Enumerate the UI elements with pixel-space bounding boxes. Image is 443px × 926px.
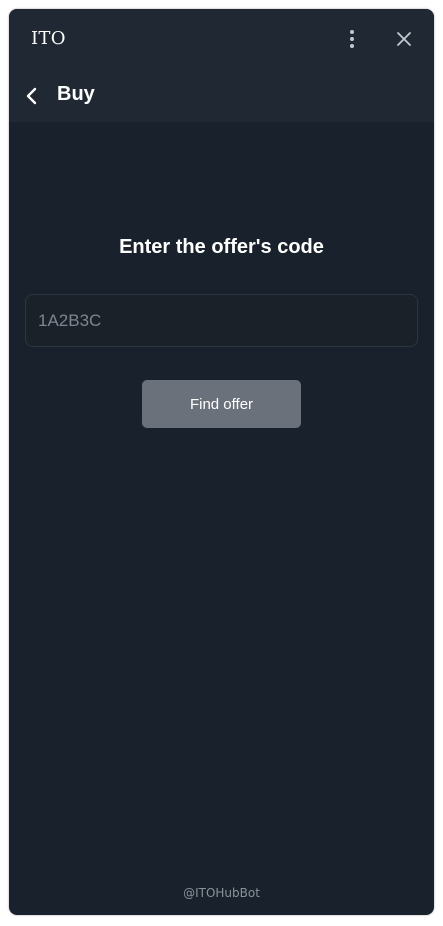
back-button[interactable] — [21, 84, 43, 108]
vertical-dots-icon — [350, 30, 354, 48]
offer-code-heading: Enter the offer's code — [119, 236, 324, 258]
close-button[interactable] — [393, 28, 415, 50]
chevron-left-icon — [26, 87, 37, 105]
mini-app-window: ITO Buy Enter the offer's code Find offe… — [9, 9, 434, 915]
page-title: Buy — [57, 83, 95, 105]
find-offer-button[interactable]: Find offer — [142, 380, 301, 428]
nav-bar: Buy — [9, 69, 434, 122]
title-bar: ITO — [9, 9, 434, 69]
more-options-button[interactable] — [342, 27, 362, 51]
app-title: ITO — [31, 28, 66, 49]
bot-handle-footer: @ITOHubBot — [183, 886, 260, 900]
close-icon — [397, 32, 411, 46]
offer-code-input[interactable] — [25, 294, 418, 347]
main-content: Enter the offer's code Find offer @ITOHu… — [9, 122, 434, 915]
